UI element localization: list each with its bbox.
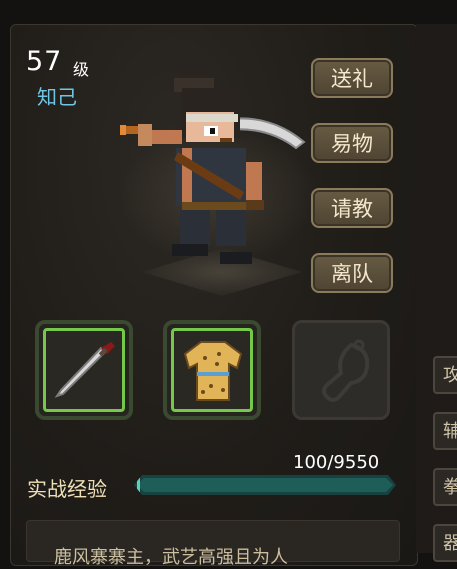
consult-button[interactable]: 请教 — [311, 188, 393, 228]
equip-slot-armor[interactable] — [163, 320, 261, 420]
machete-icon — [54, 342, 115, 398]
exp-value: 100/9550 — [293, 452, 380, 473]
level-unit: 级 — [73, 60, 90, 79]
exp-bar — [134, 475, 396, 495]
side-tab-fist[interactable]: 拳 — [433, 468, 457, 506]
exp-label: 实战经验 — [27, 477, 107, 501]
side-tab-weapon[interactable]: 器 — [433, 524, 457, 562]
character-portrait — [120, 62, 306, 264]
side-tab-attack[interactable]: 攻 — [433, 356, 457, 394]
equip-slot-weapon[interactable] — [35, 320, 133, 420]
trade-button[interactable]: 易物 — [311, 123, 393, 163]
level-number: 57 — [26, 46, 63, 77]
empty-accessory-icon — [322, 339, 370, 402]
relationship-rank: 知己 — [37, 85, 77, 109]
description-text: 鹿风寨寨主，武艺高强且为人 — [54, 547, 288, 568]
leopard-vest-icon — [183, 341, 243, 401]
equip-slot-accessory[interactable] — [292, 320, 390, 420]
side-tab-support[interactable]: 辅 — [433, 412, 457, 450]
gift-button[interactable]: 送礼 — [311, 58, 393, 98]
leave-party-button[interactable]: 离队 — [311, 253, 393, 293]
